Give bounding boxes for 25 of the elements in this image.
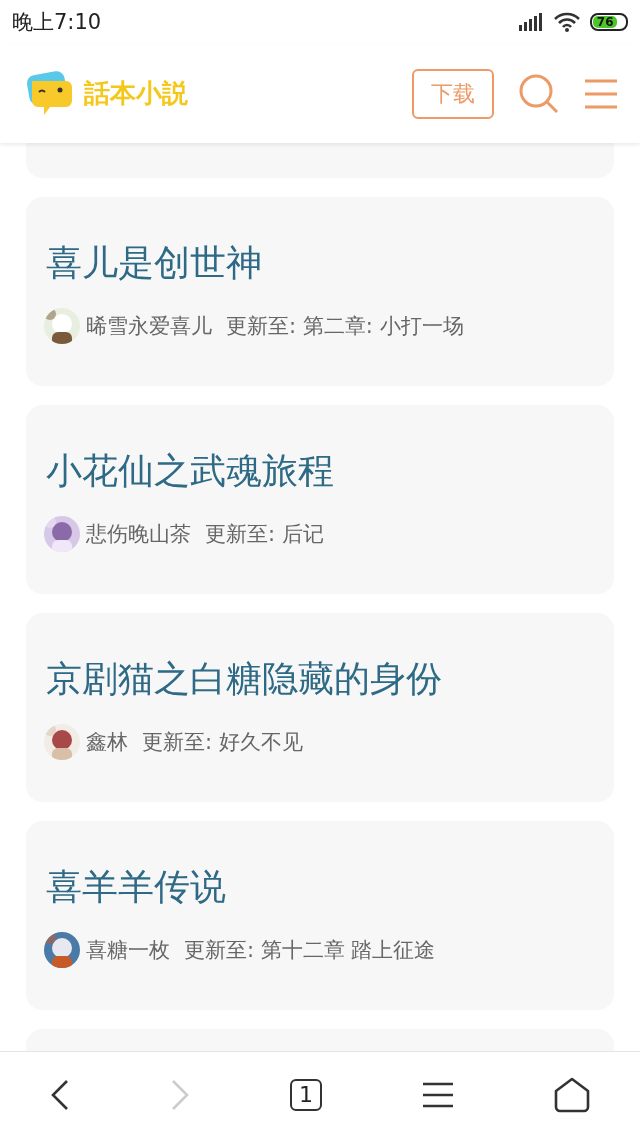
story-title[interactable]: 喜儿是创世神 bbox=[46, 241, 594, 285]
menu-icon[interactable] bbox=[422, 1082, 454, 1108]
story-title[interactable]: 小花仙之武魂旅程 bbox=[46, 449, 594, 493]
update-info: 更新至: 第二章: 小打一场 bbox=[226, 313, 464, 341]
home-icon[interactable] bbox=[554, 1077, 590, 1113]
story-card[interactable]: 喜儿是创世神 晞雪永爱喜儿 更新至: 第二章: 小打一场 bbox=[26, 197, 614, 386]
tabs-button[interactable]: 1 bbox=[290, 1079, 322, 1111]
story-card[interactable]: 喜羊羊传说 喜糖一枚 更新至: 第十二章 踏上征途 bbox=[26, 821, 614, 1010]
update-info: 更新至: 第十二章 踏上征途 bbox=[184, 937, 436, 965]
author-name: 喜糖一枚 bbox=[86, 937, 170, 965]
back-icon[interactable] bbox=[50, 1079, 70, 1111]
logo-text: 話本小説 bbox=[84, 77, 188, 110]
author-name: 晞雪永爱喜儿 bbox=[86, 313, 212, 341]
author-name: 鑫林 bbox=[86, 729, 128, 757]
story-title[interactable]: 京剧猫之白糖隐藏的身份 bbox=[46, 657, 594, 701]
wifi-icon bbox=[554, 12, 580, 32]
update-info: 更新至: 好久不见 bbox=[142, 729, 303, 757]
author-name: 悲伤晚山茶 bbox=[86, 521, 191, 549]
battery-icon: 76 bbox=[590, 13, 628, 31]
story-card[interactable]: 小花仙之武魂旅程 悲伤晚山茶 更新至: 后记 bbox=[26, 405, 614, 594]
signal-icon bbox=[518, 13, 544, 31]
status-time: 晚上7:10 bbox=[12, 9, 102, 36]
story-card[interactable]: 京剧猫之白糖隐藏的身份 鑫林 更新至: 好久不见 bbox=[26, 613, 614, 802]
story-title[interactable]: 喜羊羊传说 bbox=[46, 865, 594, 909]
update-info: 更新至: 后记 bbox=[205, 521, 324, 549]
